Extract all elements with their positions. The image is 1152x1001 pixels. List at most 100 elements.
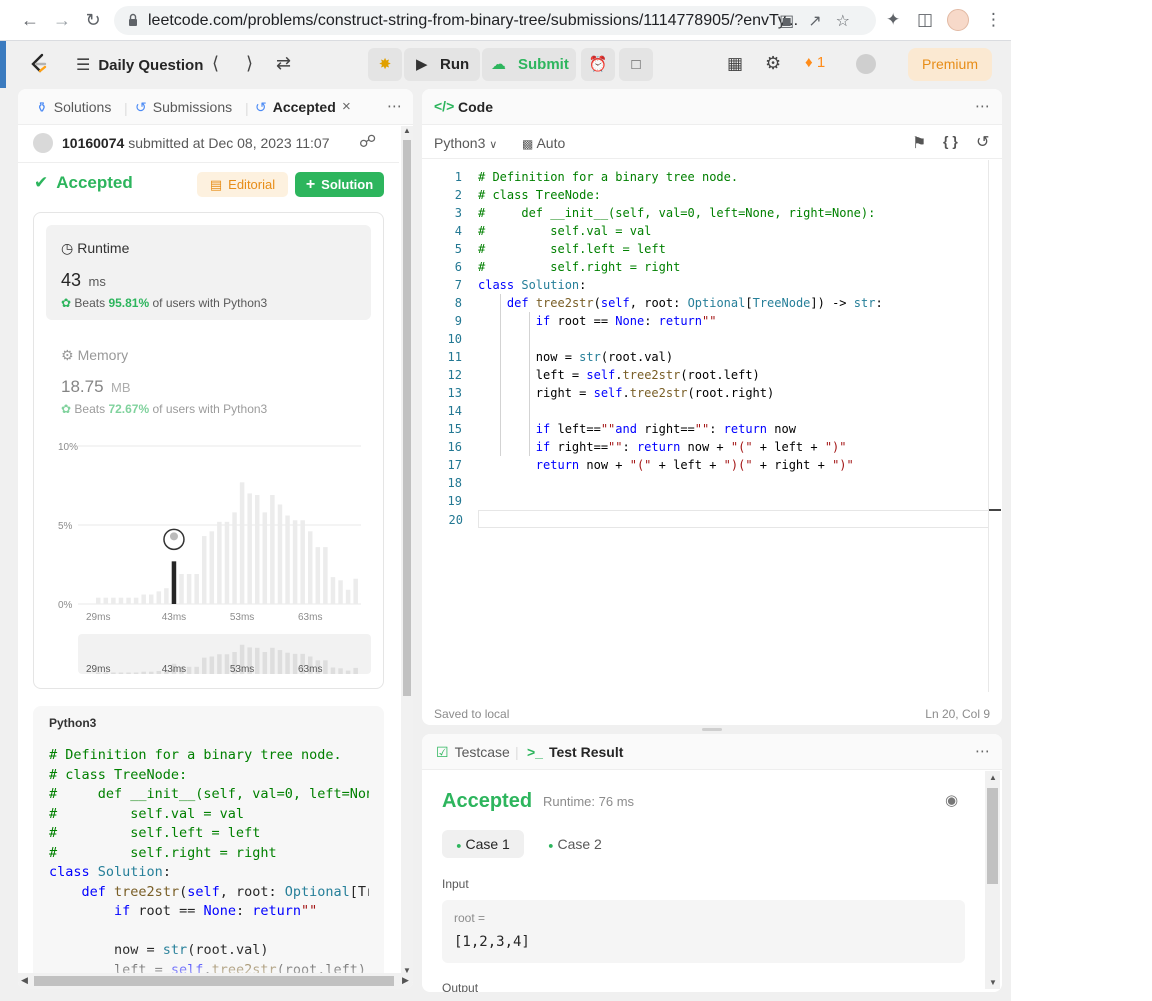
- distribution-bar[interactable]: [103, 597, 109, 604]
- tab-testcase[interactable]: ☑ Testcase: [436, 744, 510, 761]
- next-problem-icon[interactable]: ⟩: [246, 53, 253, 74]
- share-link-icon[interactable]: ☍: [359, 132, 376, 152]
- forward-icon[interactable]: →: [51, 9, 73, 31]
- distribution-bar[interactable]: [292, 520, 298, 604]
- more-options-icon[interactable]: ⋯: [387, 97, 402, 115]
- leetcode-logo[interactable]: [29, 53, 49, 75]
- daily-question-link[interactable]: ☰ Daily Question: [76, 55, 203, 75]
- editor-line[interactable]: 8 def tree2str(self, root: Optional[Tree…: [422, 294, 988, 312]
- distribution-bar[interactable]: [126, 597, 131, 604]
- distribution-bar[interactable]: [149, 594, 154, 604]
- editor-line[interactable]: 2 # class TreeNode:: [422, 186, 988, 204]
- distribution-bar[interactable]: [262, 512, 268, 604]
- scroll-up-icon[interactable]: ▲: [989, 773, 997, 782]
- memory-box[interactable]: ⚙ Memory 18.75 MB ✿ Beats 72.67% of users…: [46, 333, 371, 428]
- format-braces-icon[interactable]: { }: [943, 133, 958, 149]
- distribution-bar[interactable]: [338, 580, 343, 604]
- editor-line[interactable]: 4 # self.val = val: [422, 222, 988, 240]
- distribution-bar[interactable]: [285, 515, 290, 604]
- distribution-bar[interactable]: [315, 547, 321, 604]
- runtime-box[interactable]: ◷ Runtime 43 ms ✿ Beats 95.81% of users w…: [46, 225, 371, 320]
- distribution-bar[interactable]: [96, 597, 101, 604]
- distribution-bar[interactable]: [300, 520, 305, 604]
- editor-line[interactable]: 17 return now + "(" + left + ")(" + righ…: [422, 456, 988, 474]
- premium-button[interactable]: Premium: [908, 48, 992, 81]
- debug-button[interactable]: ✸: [368, 48, 402, 81]
- case-2-tab[interactable]: ● Case 2: [534, 830, 616, 858]
- distribution-bar[interactable]: [224, 521, 230, 604]
- close-tab-icon[interactable]: ×: [342, 98, 351, 115]
- layout-icon[interactable]: ▦: [727, 54, 743, 74]
- editor-line[interactable]: 19: [422, 492, 988, 510]
- editor-line[interactable]: 7 class Solution:: [422, 276, 988, 294]
- runtime-distribution-chart[interactable]: 10% 5% 0% 29ms 43ms 53ms 63ms 29ms 43ms 53ms 63ms: [34, 428, 383, 688]
- editor-line[interactable]: 12 left = self.tree2str(root.left): [422, 366, 988, 384]
- tab-accepted[interactable]: ↺ Accepted: [255, 99, 336, 116]
- distribution-bar[interactable]: [209, 531, 215, 604]
- editorial-button[interactable]: ▤ Editorial: [197, 172, 288, 197]
- distribution-bar[interactable]: [202, 536, 207, 604]
- bookmark-icon[interactable]: ⚑: [912, 133, 926, 153]
- distribution-bar[interactable]: [111, 597, 116, 604]
- editor-line[interactable]: 20: [449, 510, 988, 528]
- distribution-bar[interactable]: [186, 573, 192, 604]
- address-bar[interactable]: leetcode.com/problems/construct-string-f…: [114, 6, 876, 35]
- editor-line[interactable]: 1 # Definition for a binary tree node.: [422, 168, 988, 186]
- translate-icon[interactable]: ▣: [779, 13, 808, 30]
- distribution-bar[interactable]: [179, 573, 184, 604]
- side-panel-icon[interactable]: ◫: [917, 10, 933, 30]
- settings-gear-icon[interactable]: ⚙: [765, 53, 781, 74]
- scroll-left-icon[interactable]: ◀: [21, 975, 28, 986]
- distribution-bar[interactable]: [255, 494, 260, 604]
- editor-line[interactable]: 11 now = str(root.val): [422, 348, 988, 366]
- more-options-icon[interactable]: ⋯: [975, 97, 990, 115]
- streak-counter[interactable]: ♦ 1: [805, 54, 825, 71]
- left-panel-hscrollbar[interactable]: ◀ ▶: [18, 973, 413, 989]
- distribution-bar[interactable]: [345, 589, 351, 604]
- alarm-icon[interactable]: ⏰: [581, 48, 615, 81]
- distribution-bar[interactable]: [133, 597, 139, 604]
- scrollbar-thumb[interactable]: [987, 788, 998, 884]
- editor-line[interactable]: 3 # def __init__(self, val=0, left=None, …: [422, 204, 988, 222]
- run-button[interactable]: ▶ Run: [404, 48, 480, 81]
- left-panel-scrollbar[interactable]: ▲ ▼: [401, 126, 413, 975]
- editor-line[interactable]: 18: [422, 474, 988, 492]
- case-1-tab[interactable]: ● Case 1: [442, 830, 524, 858]
- profile-avatar[interactable]: [947, 9, 969, 31]
- back-icon[interactable]: ←: [19, 9, 41, 31]
- submit-button[interactable]: ☁ Submit: [482, 48, 576, 81]
- distribution-bar[interactable]: [308, 531, 313, 604]
- distribution-bar[interactable]: [164, 588, 169, 604]
- distribution-bar[interactable]: [330, 577, 336, 604]
- editor-line[interactable]: 10: [422, 330, 988, 348]
- browser-menu-icon[interactable]: ⋮: [985, 10, 1002, 30]
- reload-icon[interactable]: ↻: [82, 9, 104, 31]
- editor-line[interactable]: 14: [422, 402, 988, 420]
- distribution-bar[interactable]: [277, 504, 283, 604]
- bookmark-star-icon[interactable]: ☆: [836, 13, 864, 30]
- distribution-bar[interactable]: [353, 578, 358, 604]
- distribution-bar[interactable]: [194, 573, 199, 604]
- user-avatar[interactable]: [856, 54, 876, 74]
- distribution-bar[interactable]: [217, 521, 222, 604]
- language-select[interactable]: Python3 ∨: [434, 135, 497, 151]
- share-icon[interactable]: ↗: [808, 13, 835, 30]
- submitter-name[interactable]: 10160074: [62, 135, 124, 151]
- prev-problem-icon[interactable]: ⟨: [212, 53, 219, 74]
- distribution-bar[interactable]: [270, 494, 275, 604]
- hscroll-thumb[interactable]: [34, 976, 394, 986]
- scroll-down-icon[interactable]: ▼: [989, 978, 997, 987]
- scroll-up-icon[interactable]: ▲: [403, 126, 411, 135]
- auto-mode[interactable]: ▩ Auto: [522, 135, 565, 151]
- distribution-bar[interactable]: [232, 512, 237, 604]
- tab-test-result[interactable]: >_ Test Result: [527, 744, 623, 760]
- tab-submissions[interactable]: ↺ Submissions: [135, 99, 232, 116]
- editor-line[interactable]: 15 if left==""and right=="": return now: [422, 420, 988, 438]
- eye-icon[interactable]: ◉: [945, 791, 958, 809]
- distribution-bar[interactable]: [141, 594, 146, 604]
- scroll-right-icon[interactable]: ▶: [402, 975, 409, 986]
- distribution-bar[interactable]: [118, 597, 124, 604]
- shuffle-icon[interactable]: ⇄: [276, 53, 291, 74]
- tab-solutions[interactable]: ⚱ Solutions: [36, 99, 111, 116]
- editor-line[interactable]: 16 if right=="": return now + "(" + left…: [422, 438, 988, 456]
